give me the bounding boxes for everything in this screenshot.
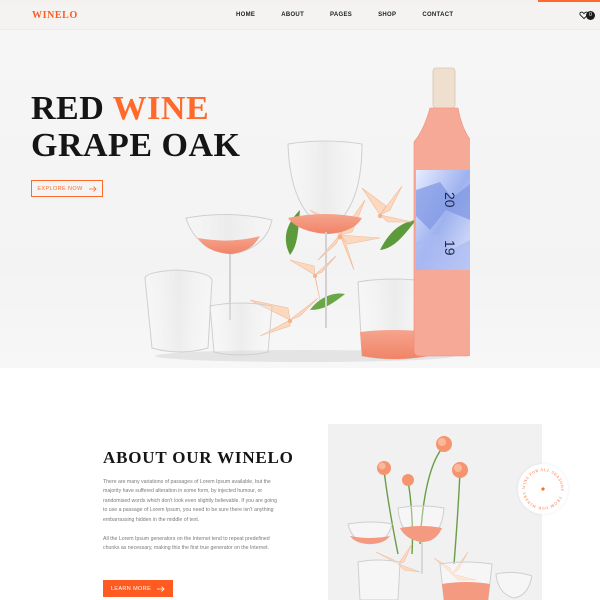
- svg-text:WINE FOR ALL SEASONS · FROM OU: WINE FOR ALL SEASONS · FROM OUR WINERY ·: [518, 464, 565, 511]
- explore-now-button[interactable]: EXPLORE NOW: [31, 180, 103, 197]
- learn-more-button[interactable]: LEARN MORE: [103, 580, 173, 597]
- learn-more-label: LEARN MORE: [110, 585, 152, 592]
- site-logo[interactable]: WINELO: [32, 10, 78, 21]
- main-nav: HOME ABOUT PAGES SHOP CONTACT: [236, 12, 479, 18]
- top-accent-bar: [538, 0, 600, 2]
- stamp-logo-icon: WINE FOR ALL SEASONS · FROM OUR WINERY ·: [517, 460, 565, 511]
- bottle-label-top: 20: [442, 192, 458, 208]
- site-header: WINELO HOME ABOUT PAGES SHOP CONTACT 0: [0, 3, 600, 30]
- rotating-stamp-badge: WINE FOR ALL SEASONS · FROM OUR WINERY ·: [517, 460, 568, 514]
- nav-item-shop[interactable]: SHOP: [378, 12, 396, 18]
- nav-item-contact[interactable]: CONTACT: [422, 12, 453, 18]
- arrow-right-icon: [157, 585, 165, 592]
- cart-count-badge: 0: [586, 11, 595, 20]
- about-flowers-image: [328, 424, 542, 600]
- nav-item-home[interactable]: HOME: [236, 12, 255, 18]
- hero-section: 20 19 RED WINE GRAPE OAK EXPLORE NOW: [0, 30, 600, 368]
- hero-title-line2: GRAPE OAK: [31, 127, 241, 164]
- nav-item-about[interactable]: ABOUT: [281, 12, 304, 18]
- about-paragraph-1: There are many variations of passages of…: [103, 479, 278, 523]
- hero-title: RED WINE GRAPE OAK: [31, 90, 240, 164]
- about-paragraph-2: All the Lorem Ipsum generators on the In…: [103, 536, 270, 552]
- nav-item-pages[interactable]: PAGES: [330, 12, 352, 18]
- hero-title-red: RED: [31, 90, 113, 127]
- explore-now-label: EXPLORE NOW: [37, 185, 83, 192]
- bottle-label-bottom: 19: [442, 240, 458, 256]
- about-still-life-illustration: [328, 424, 542, 600]
- about-title: ABOUT OUR WINELO: [103, 448, 294, 467]
- stamp-text: WINE FOR ALL SEASONS · FROM OUR WINERY ·: [517, 460, 564, 511]
- arrow-right-icon: [88, 185, 97, 192]
- hero-title-wine: WINE: [112, 90, 210, 127]
